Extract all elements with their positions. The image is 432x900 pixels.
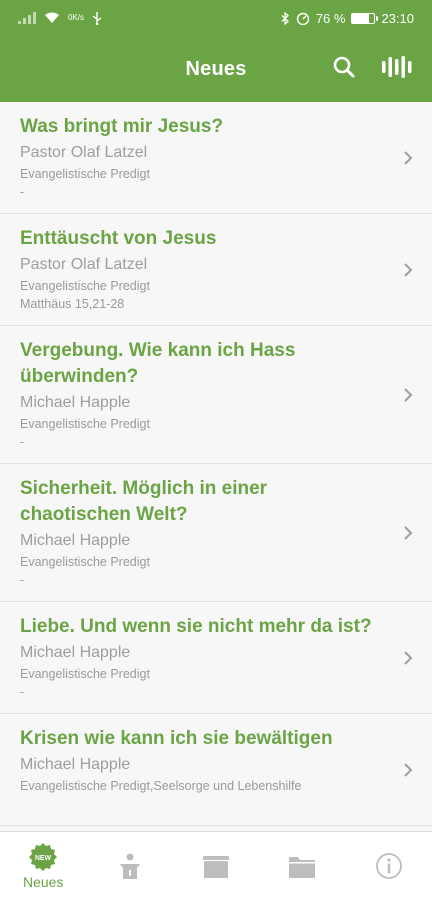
nav-item-box[interactable] [176,832,256,900]
sermon-category: Evangelistische Predigt [20,555,150,569]
app-bar: Neues [0,36,432,102]
sermon-reference [20,795,382,813]
clock: 23:10 [381,10,414,26]
sermon-title: Enttäuscht von Jesus [20,228,217,249]
sermon-category: Evangelistische Predigt,Seelsorge und Le… [20,779,302,793]
nav-item-folder[interactable] [262,832,342,900]
audio-bars-icon[interactable] [382,55,412,83]
sermon-title: Liebe. Und wenn sie nicht mehr da ist? [20,616,372,637]
wifi-icon [44,12,60,24]
sermon-title: Sicherheit. Möglich in einer chaotischen… [20,478,268,525]
nav-item-pulpit[interactable] [90,832,170,900]
app-bar-actions [332,36,412,102]
bluetooth-icon [281,11,290,25]
battery-percent: 76 % [315,10,346,26]
signal-icon [18,12,36,24]
list-item[interactable]: Enttäuscht von Jesus Pastor Olaf Latzel … [0,214,432,326]
svg-text:NEW: NEW [35,855,52,862]
page-title: Neues [185,57,247,80]
folder-icon [289,857,316,878]
chevron-right-icon [404,150,413,165]
chevron-right-icon [404,525,413,540]
bottom-nav: NEW Neues [0,831,432,900]
sermon-category: Evangelistische Predigt [20,667,150,681]
sermon-author: Michael Happle [20,394,131,411]
usb-icon [92,11,102,25]
sermon-reference: Matthäus 15,21-28 [20,297,125,311]
sermon-category: Evangelistische Predigt [20,167,150,181]
search-icon[interactable] [332,55,356,84]
speed-gauge-icon [296,12,310,25]
status-bar: 0 K/s 76 % 23:10 [0,0,432,36]
sermon-reference: - [20,185,25,199]
sermon-title: Krisen wie kann ich sie bewältigen [20,728,333,749]
sermon-title: Was bringt mir Jesus? [20,116,224,137]
pulpit-icon [119,853,140,879]
chevron-right-icon [404,387,413,402]
sermon-author: Pastor Olaf Latzel [20,256,148,273]
status-right: 76 % 23:10 [281,11,414,26]
new-badge-icon: NEW [29,843,58,871]
info-icon [375,853,402,879]
data-rate: 0 K/s [68,13,85,22]
box-icon [202,856,229,878]
nav-item-neues[interactable]: NEW Neues [3,832,83,900]
sermon-author: Michael Happle [20,756,131,773]
sermon-category: Evangelistische Predigt [20,417,150,431]
nav-item-info[interactable] [349,832,429,900]
list-item[interactable]: Vergebung. Wie kann ich Hass überwinden?… [0,326,432,464]
list-item[interactable]: Was bringt mir Jesus? Pastor Olaf Latzel… [0,102,432,214]
sermon-list: Was bringt mir Jesus? Pastor Olaf Latzel… [0,102,432,831]
chevron-right-icon [404,650,413,665]
battery-icon [351,12,379,24]
sermon-title: Vergebung. Wie kann ich Hass überwinden? [20,340,296,387]
list-item[interactable]: Liebe. Und wenn sie nicht mehr da ist? M… [0,602,432,714]
sermon-author: Michael Happle [20,532,131,549]
sermon-reference: - [20,435,25,449]
sermon-author: Pastor Olaf Latzel [20,144,148,161]
sermon-author: Michael Happle [20,644,131,661]
list-item[interactable]: Krisen wie kann ich sie bewältigen Micha… [0,714,432,826]
chevron-right-icon [404,762,413,777]
nav-label: Neues [22,874,64,890]
status-left: 0 K/s [18,11,102,25]
sermon-category: Evangelistische Predigt [20,279,150,293]
list-item[interactable]: Sicherheit. Möglich in einer chaotischen… [0,464,432,602]
sermon-reference: - [20,685,25,699]
chevron-right-icon [404,262,413,277]
sermon-reference: - [20,573,25,587]
